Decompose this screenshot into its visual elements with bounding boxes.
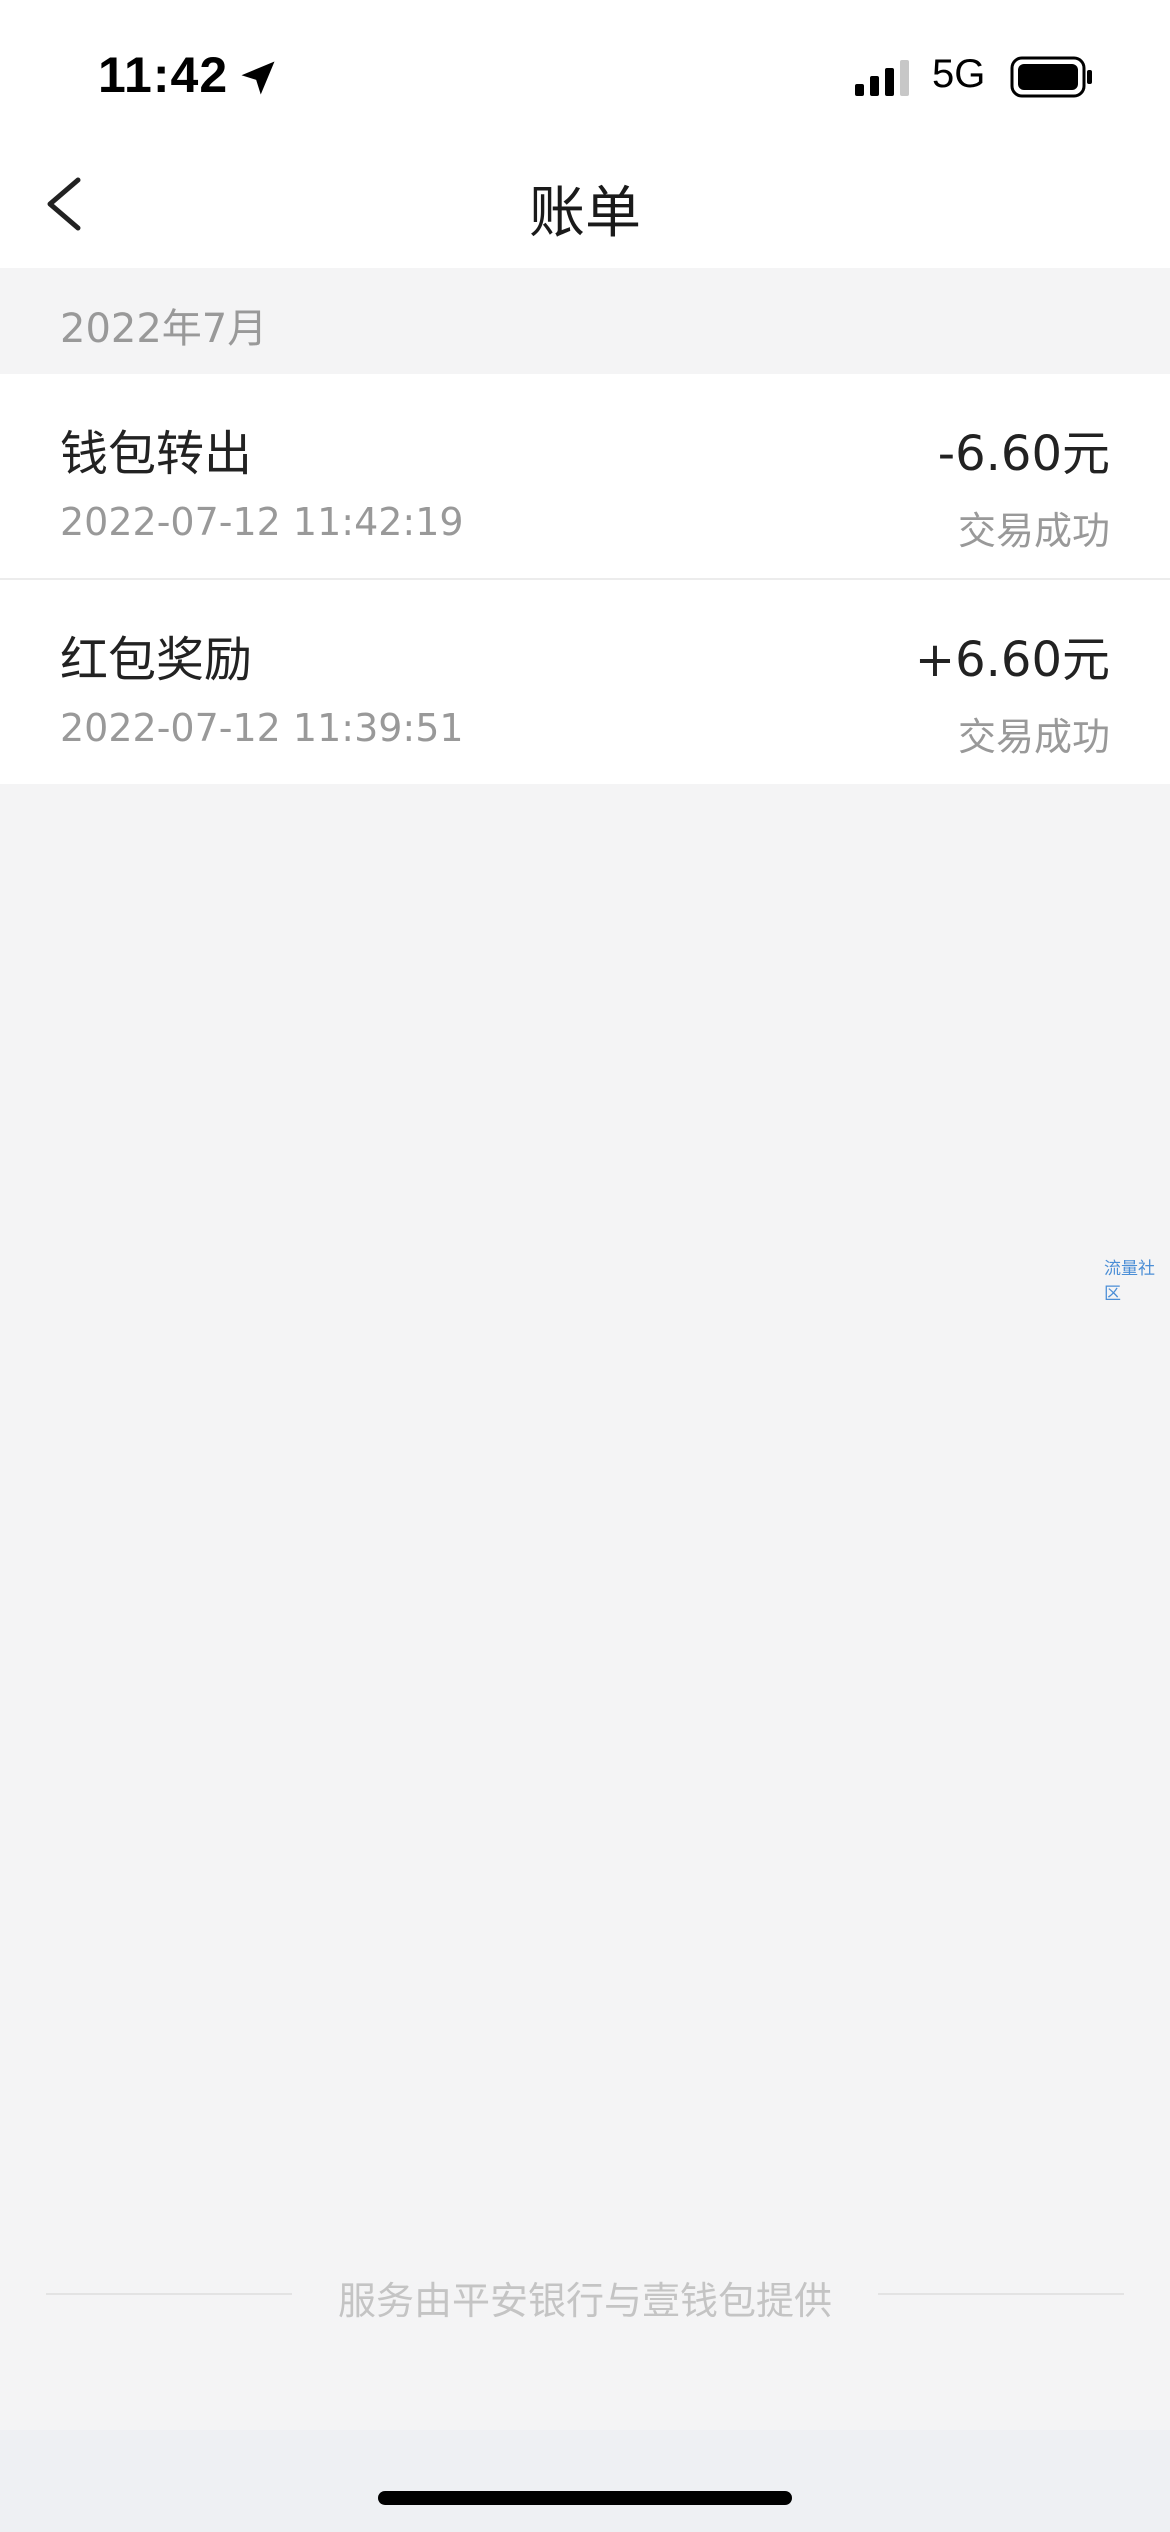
watermark-text: 流量社区 [1104, 1259, 1155, 1304]
bill-title: 钱包转出 [60, 426, 253, 482]
bill-status: 交易成功 [957, 715, 1110, 759]
bill-status: 交易成功 [957, 509, 1110, 553]
footer-divider-left [46, 2293, 292, 2295]
bill-row[interactable]: 红包奖励 +6.60元 2022-07-12 11:39:51 交易成功 [0, 578, 1170, 784]
status-bar: 11:42 5G [0, 0, 1170, 140]
bill-title: 红包奖励 [60, 632, 253, 688]
nav-bar: 账单 [0, 140, 1170, 268]
status-time: 11:42 [98, 47, 229, 103]
bill-row[interactable]: 钱包转出 -6.60元 2022-07-12 11:42:19 交易成功 [0, 374, 1170, 578]
home-indicator-area [0, 2430, 1170, 2532]
month-label: 2022年7月 [60, 306, 268, 352]
signal-bars-icon [855, 60, 909, 96]
service-provider-note: 服务由平安银行与壹钱包提供 [337, 2279, 832, 2323]
month-section-header: 2022年7月 [0, 268, 1170, 374]
bill-list: 钱包转出 -6.60元 2022-07-12 11:42:19 交易成功 红包奖… [0, 374, 1170, 784]
home-indicator[interactable] [378, 2491, 792, 2505]
bill-time: 2022-07-12 11:39:51 [60, 706, 464, 750]
footer-divider-right [878, 2293, 1124, 2295]
network-type-label: 5G [932, 52, 986, 96]
bill-amount: +6.60元 [914, 632, 1110, 688]
location-arrow-icon [241, 61, 275, 95]
battery-icon [1010, 56, 1092, 98]
page-title: 账单 [529, 181, 641, 246]
bill-amount: -6.60元 [937, 426, 1110, 482]
bill-time: 2022-07-12 11:42:19 [60, 500, 464, 544]
